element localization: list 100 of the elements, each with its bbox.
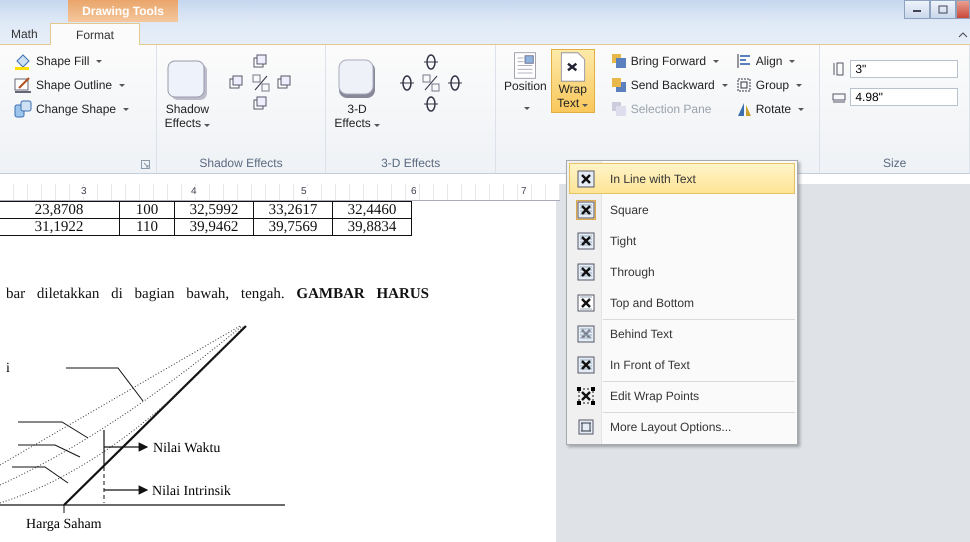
figure-label: Nilai Intrinsik [152, 484, 231, 499]
menu-item[interactable]: Tight [569, 225, 795, 256]
group-label: Size [882, 156, 906, 170]
menu-item-label: Edit Wrap Points [610, 388, 700, 402]
tilt-up-icon [422, 53, 440, 71]
bring-forward-icon [610, 53, 627, 69]
menu-item[interactable]: In Front of Text [569, 349, 795, 380]
selection-pane-icon [610, 101, 627, 117]
caret-icon [119, 84, 126, 86]
ribbon-button[interactable]: Change Shape [12, 97, 132, 121]
group-label: Shadow Effects [199, 156, 283, 170]
caret-icon [713, 60, 720, 62]
wrap-top-bottom-icon [577, 294, 595, 312]
ribbon-button[interactable]: Shadow Effects [160, 55, 214, 153]
menu-item-label: Tight [610, 234, 636, 248]
wrap-square-icon [577, 200, 595, 218]
wrap-tight-icon [577, 232, 595, 250]
menu-item-label: In Line with Text [610, 172, 696, 186]
restore-icon [938, 5, 948, 14]
ruler-number: 7 [519, 186, 529, 197]
caret-icon [204, 124, 210, 127]
restore-button[interactable] [930, 0, 956, 19]
size-field[interactable]: 4.98" [850, 88, 958, 106]
menu-item-label: Top and Bottom [610, 296, 694, 310]
wrap-front-icon [577, 356, 595, 374]
height-icon [832, 62, 846, 76]
wrap-behind-icon [577, 324, 595, 342]
leader-line [18, 422, 88, 438]
context-tab-header: Drawing Tools [68, 0, 178, 22]
tilt-left-icon [398, 74, 416, 92]
table-cell: 39,7569 [254, 218, 332, 236]
toggle-icon [252, 74, 270, 92]
menu-item[interactable]: In Line with Text [569, 163, 795, 194]
ribbon-tab[interactable]: Format [50, 23, 140, 45]
figure-label: i [6, 361, 10, 376]
table-cell: 39,9462 [174, 218, 254, 236]
dialog-launcher-icon [140, 160, 150, 169]
caret-icon [123, 108, 130, 110]
tilt-down-icon [422, 95, 440, 113]
ribbon-button[interactable]: Wrap Text [550, 49, 595, 113]
shapes-icon [14, 100, 32, 118]
ribbon-button[interactable]: Group [734, 73, 806, 97]
group-label: 3-D Effects [381, 156, 440, 170]
ruler-number: 3 [79, 186, 89, 197]
body-paragraph: bar diletakkan di bagian bawah, tengah. GAMBAR HARUS [6, 286, 430, 303]
menu-item[interactable]: Square [569, 194, 795, 225]
size-field[interactable]: 3" [850, 60, 958, 78]
table-cell: 32,4460 [332, 202, 412, 218]
figure-label: Harga Saham [26, 517, 102, 532]
collapse-ribbon-icon [958, 32, 968, 38]
ribbon-button[interactable]: Shape Fill [12, 49, 132, 73]
ribbon-button[interactable]: Send Backward [608, 73, 730, 97]
menu-item[interactable]: Top and Bottom [569, 287, 795, 318]
table-cell: 39,8834 [332, 218, 412, 236]
ribbon-button[interactable]: Align [734, 49, 806, 73]
menu-item-label: In Front of Text [610, 358, 690, 372]
edit-points-icon [577, 386, 595, 404]
align-icon [736, 53, 752, 69]
ribbon-tab[interactable]: Math [0, 23, 50, 44]
caret-icon [524, 107, 530, 110]
ribbon-button[interactable]: Rotate [734, 97, 806, 121]
ribbon-button[interactable]: Bring Forward [608, 49, 730, 73]
rotate-icon [736, 101, 752, 117]
caret-icon [374, 124, 380, 127]
tilt-right-icon [446, 74, 464, 92]
ribbon-button[interactable]: 3-D Effects [330, 55, 384, 153]
wrap-inline-icon [577, 170, 595, 188]
ribbon-button[interactable]: Position [500, 49, 551, 113]
leader-line [12, 466, 68, 484]
table-cell: 31,1922 [0, 218, 120, 236]
table-cell: 32,5992 [174, 202, 254, 218]
menu-item-label: Behind Text [610, 326, 672, 340]
menu-item[interactable]: Through [569, 256, 795, 287]
layout-options-icon [577, 418, 595, 436]
caret-icon [582, 104, 588, 107]
menu-item-label: More Layout Options... [610, 420, 732, 434]
ruler-number: 4 [189, 186, 199, 197]
wrap-through-icon [577, 262, 595, 280]
ruler-number: 5 [299, 186, 309, 197]
caret-icon [796, 84, 802, 86]
toggle-icon [422, 74, 440, 92]
ruler-number: 6 [409, 186, 419, 197]
send-backward-icon [610, 77, 627, 93]
pencil-icon [14, 76, 32, 94]
minimize-button[interactable] [904, 0, 930, 19]
leader-line [18, 444, 80, 458]
shadow-square-icon [165, 58, 210, 102]
caret-icon [722, 84, 728, 86]
arrow [104, 442, 148, 452]
table-cell: 100 [120, 202, 174, 218]
caret-icon [96, 60, 102, 62]
menu-item-label: Through [610, 264, 655, 278]
table-cell: 33,2617 [254, 202, 332, 218]
fill-bucket-icon [14, 52, 32, 70]
figure-label: Nilai Waktu [153, 441, 220, 456]
arrow [104, 485, 148, 495]
ribbon-button[interactable]: Shape Outline [12, 73, 132, 97]
group-icon [736, 77, 752, 93]
table-cell: 110 [120, 218, 174, 236]
menu-item-label: Square [610, 202, 649, 216]
